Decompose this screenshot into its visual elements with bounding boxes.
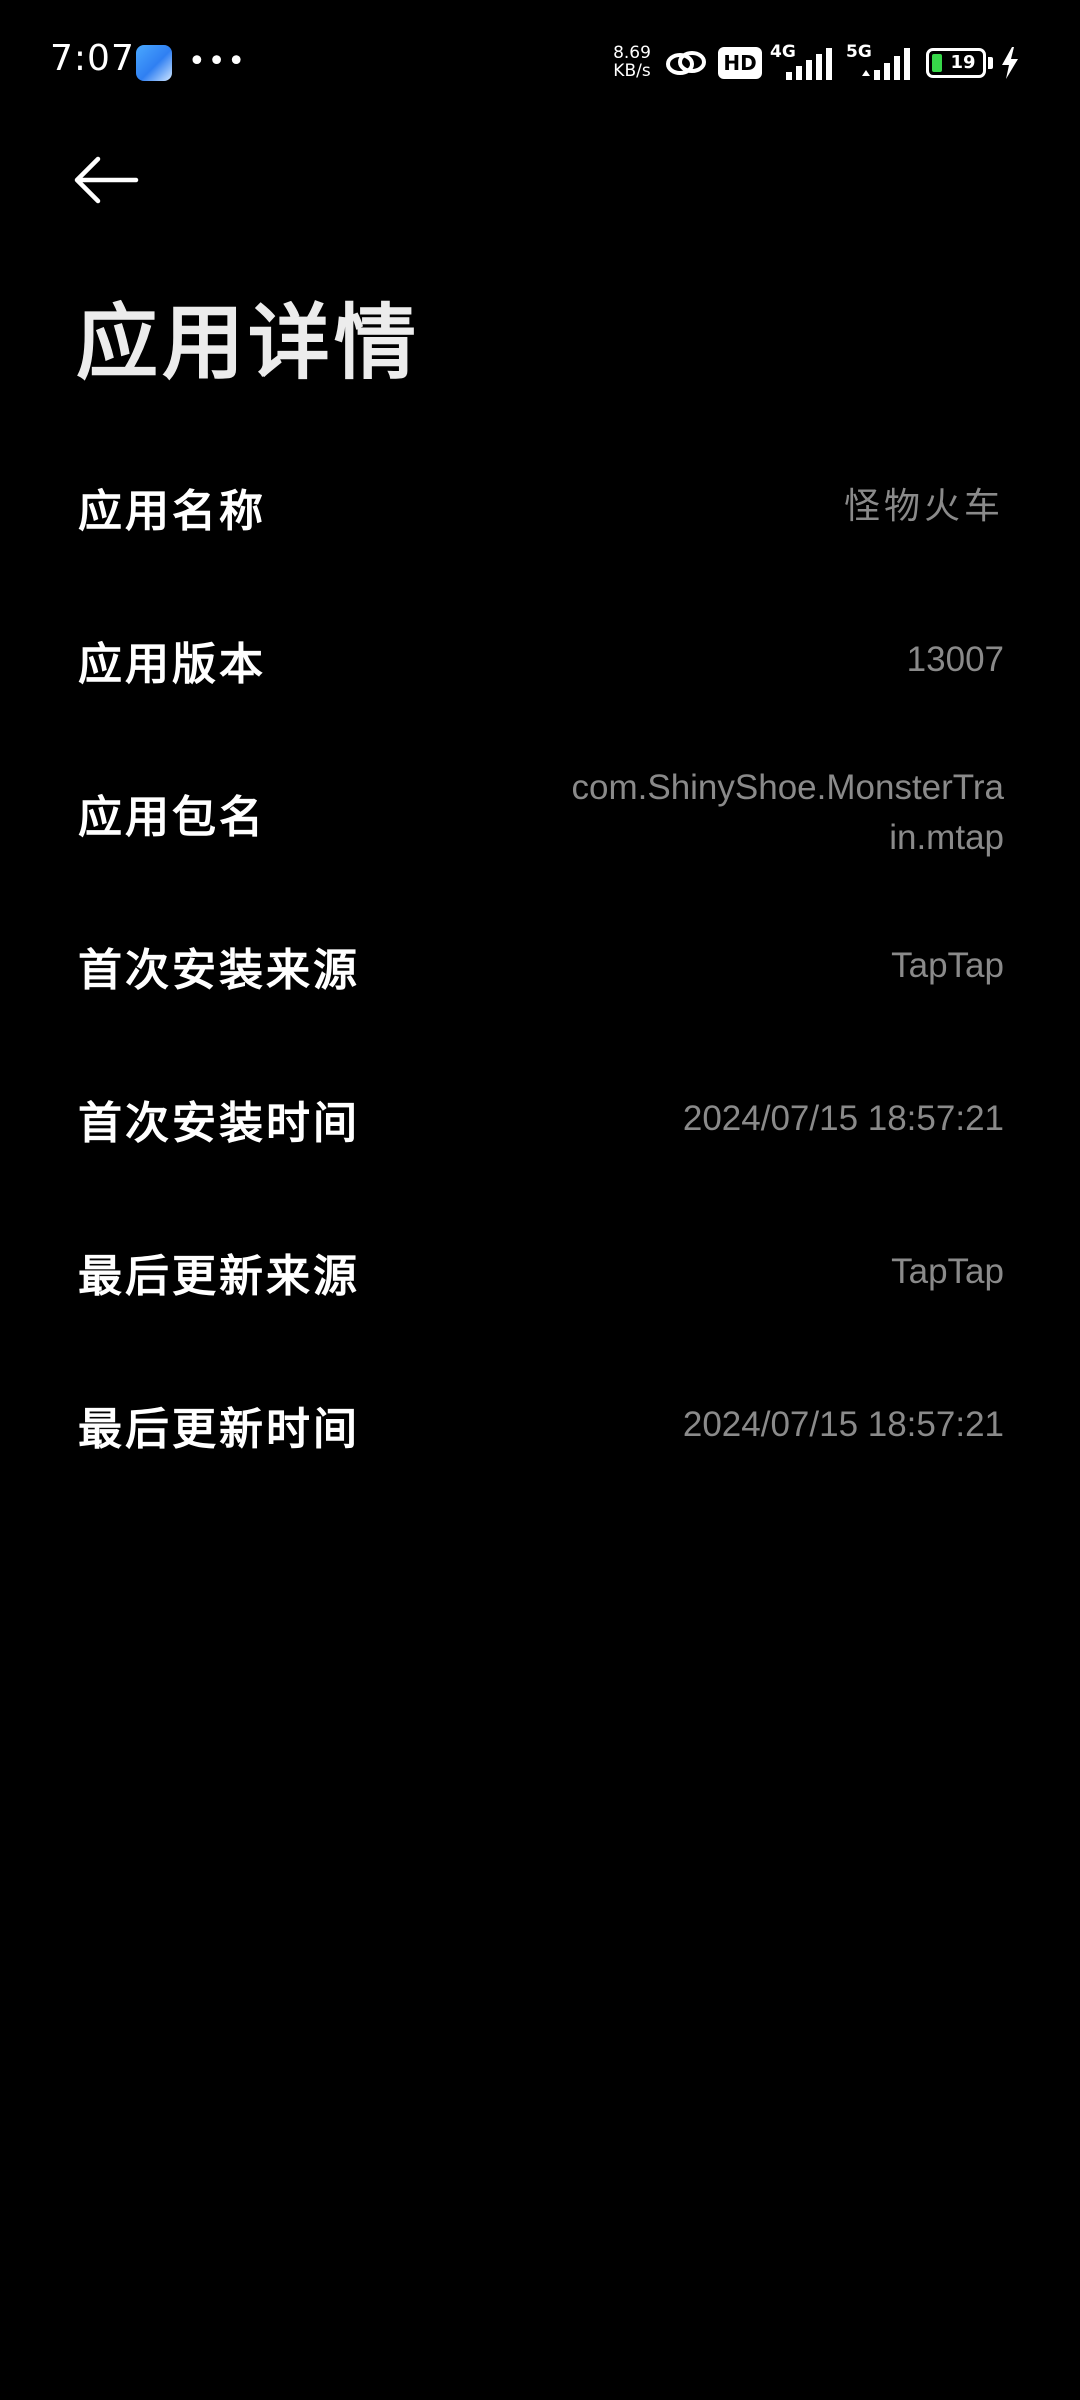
detail-row-first-install-source[interactable]: 首次安装来源 TapTap (0, 889, 1080, 1042)
detail-label: 首次安装时间 (78, 1097, 360, 1149)
app-details-list: 应用名称 怪物火车 应用版本 13007 应用包名 com.ShinyShoe.… (0, 430, 1080, 1501)
detail-value: 2024/07/15 18:57:21 (682, 1404, 1004, 1444)
page-title: 应用详情 (76, 295, 421, 391)
detail-row-first-install-time[interactable]: 首次安装时间 2024/07/15 18:57:21 (0, 1042, 1080, 1195)
status-bar: 7:07 ••• 8.69 KB/s HD 4G 5G 19 (0, 0, 1080, 126)
battery-icon: 19 (926, 48, 986, 78)
detail-row-last-update-source[interactable]: 最后更新来源 TapTap (0, 1195, 1080, 1348)
charging-icon (1002, 47, 1018, 79)
detail-value: 怪物火车 (843, 485, 1004, 527)
back-button[interactable] (68, 144, 152, 216)
detail-value: TapTap (891, 1251, 1004, 1291)
hd-label: HD (723, 51, 757, 75)
detail-value: 2024/07/15 18:57:21 (682, 1098, 1004, 1138)
app-notification-icon (136, 45, 172, 81)
arrow-left-icon (74, 156, 139, 204)
detail-value: 13007 (906, 639, 1004, 679)
detail-row-last-update-time[interactable]: 最后更新时间 2024/07/15 18:57:21 (0, 1348, 1080, 1501)
battery-level: 19 (950, 52, 976, 73)
battery-fill (932, 54, 942, 72)
battery-tip (988, 57, 993, 69)
detail-label: 应用名称 (78, 485, 266, 537)
detail-value: com.ShinyShoe.MonsterTrain.mtap (571, 767, 1005, 857)
signal-icon (786, 48, 832, 80)
detail-label: 最后更新时间 (78, 1403, 360, 1455)
detail-value: TapTap (891, 945, 1004, 985)
detail-label: 应用版本 (78, 638, 266, 690)
detail-row-app-name[interactable]: 应用名称 怪物火车 (0, 430, 1080, 583)
network-speed-unit: KB/s (613, 61, 651, 81)
detail-row-app-version[interactable]: 应用版本 13007 (0, 583, 1080, 736)
detail-label: 应用包名 (78, 791, 266, 843)
link-icon (666, 51, 706, 75)
signal-icon (862, 48, 910, 80)
network-speed: 8.69 KB/s (608, 44, 656, 80)
more-dots-icon: ••• (188, 44, 248, 79)
network-speed-value: 8.69 (613, 43, 651, 63)
detail-row-package-name[interactable]: 应用包名 com.ShinyShoe.MonsterTrain.mtap (0, 736, 1080, 889)
detail-label: 首次安装来源 (78, 944, 360, 996)
detail-label: 最后更新来源 (78, 1250, 360, 1302)
hd-icon: HD (718, 47, 762, 79)
status-time: 7:07 (50, 38, 135, 79)
